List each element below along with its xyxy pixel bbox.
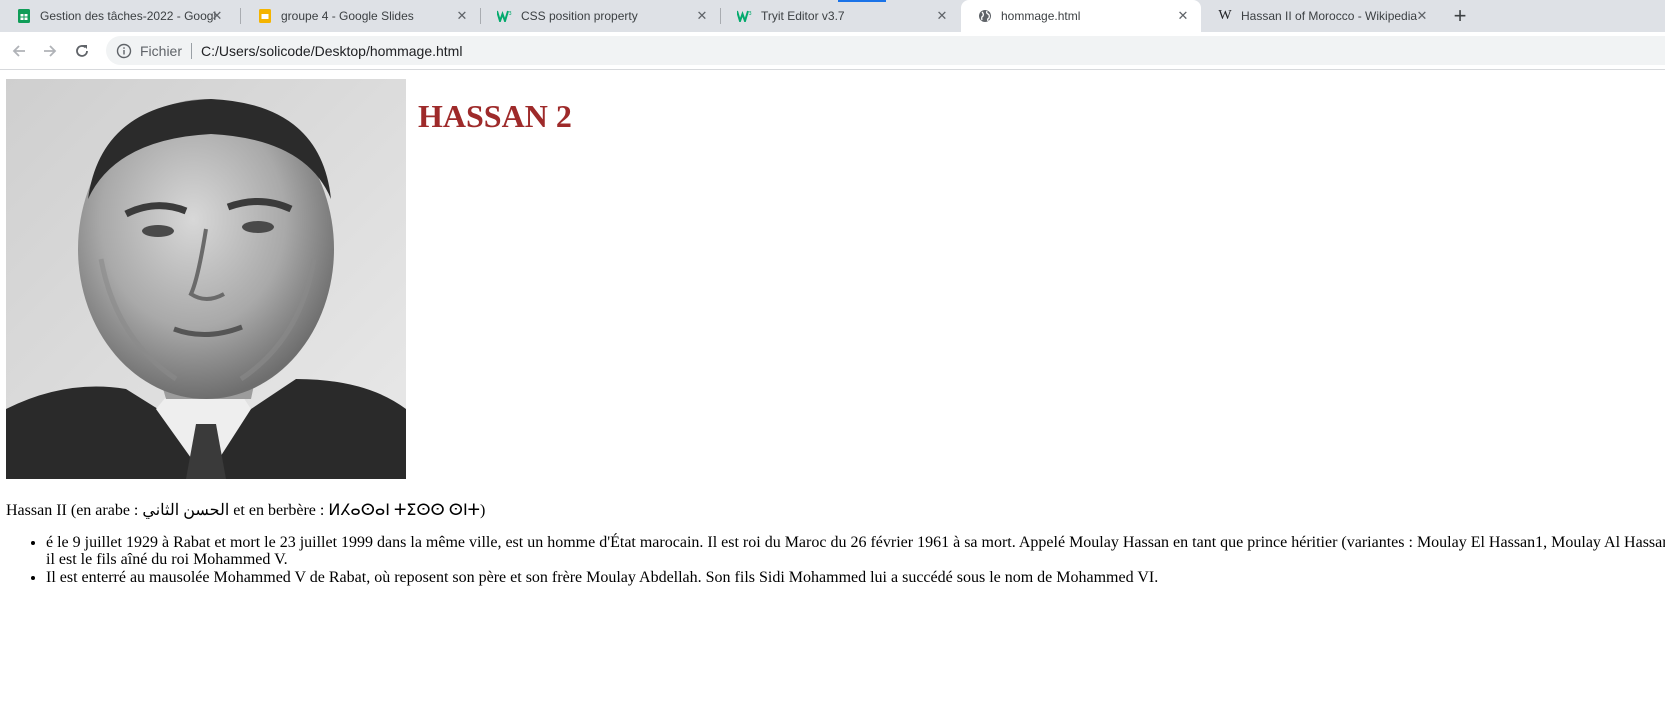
close-tab-icon[interactable]: ✕ (694, 8, 710, 24)
tab-gestion-taches[interactable]: Gestion des tâches-2022 - Google ✕ (0, 0, 235, 32)
list-item: é le 9 juillet 1929 à Rabat et mort le 2… (46, 534, 1665, 568)
svg-text:3: 3 (749, 11, 752, 17)
forward-button[interactable] (38, 39, 62, 63)
tab-title: CSS position property (521, 9, 638, 23)
reload-icon (76, 45, 88, 57)
url-text[interactable]: C:/Users/solicode/Desktop/hommage.html (201, 43, 462, 59)
back-button[interactable] (7, 39, 31, 63)
facts-list: é le 9 juillet 1929 à Rabat et mort le 2… (6, 534, 1665, 587)
tab-title: Tryit Editor v3.7 (761, 9, 845, 23)
svg-text:3: 3 (509, 11, 512, 17)
tab-strip: Gestion des tâches-2022 - Google ✕ group… (0, 0, 1665, 32)
w3schools-icon: 3 (737, 8, 753, 24)
omnibox-divider (191, 42, 193, 59)
close-tab-icon[interactable]: ✕ (209, 8, 225, 24)
page-heading: HASSAN 2 (418, 98, 572, 134)
arrow-right-icon (44, 45, 57, 57)
w3schools-icon: 3 (497, 8, 513, 24)
globe-icon (977, 8, 993, 24)
tab-css-position[interactable]: 3 CSS position property ✕ (481, 0, 720, 32)
wikipedia-icon: W (1218, 8, 1232, 23)
address-bar[interactable]: Fichier C:/Users/solicode/Desktop/hommag… (106, 36, 1665, 65)
page-content: HASSAN 2 Hassan II (en arabe : الحسن الث… (0, 71, 1665, 703)
close-tab-icon[interactable]: ✕ (1414, 8, 1430, 24)
close-tab-icon[interactable]: ✕ (1175, 8, 1191, 24)
info-icon[interactable] (116, 43, 132, 59)
close-tab-icon[interactable]: ✕ (934, 8, 950, 24)
tab-hommage-active[interactable]: hommage.html ✕ (961, 0, 1201, 32)
tab-title: Gestion des tâches-2022 - Google (40, 9, 216, 23)
tab-wikipedia[interactable]: W Hassan II of Morocco - Wikipedia ✕ (1201, 0, 1440, 32)
google-sheets-icon (16, 8, 32, 24)
arrow-left-icon (12, 45, 25, 57)
plus-icon: + (1453, 3, 1467, 28)
new-tab-button[interactable]: + (1448, 3, 1472, 28)
scheme-label: Fichier (140, 42, 183, 59)
reload-button[interactable] (70, 39, 94, 63)
tab-tryit-editor[interactable]: 3 Tryit Editor v3.7 ✕ (721, 0, 960, 32)
tab-title: hommage.html (1001, 9, 1081, 23)
tab-groupe-4-slides[interactable]: groupe 4 - Google Slides ✕ (241, 0, 480, 32)
tab-title: groupe 4 - Google Slides (281, 9, 414, 23)
close-tab-icon[interactable]: ✕ (454, 8, 470, 24)
tab-title: Hassan II of Morocco - Wikipedia (1241, 9, 1418, 23)
portrait-image (6, 79, 406, 479)
browser-toolbar: Fichier C:/Users/solicode/Desktop/hommag… (0, 32, 1665, 70)
google-slides-icon (257, 8, 273, 24)
intro-paragraph: Hassan II (en arabe : الحسن الثاني et en… (6, 502, 486, 519)
list-item: Il est enterré au mausolée Mohammed V de… (46, 569, 1665, 586)
